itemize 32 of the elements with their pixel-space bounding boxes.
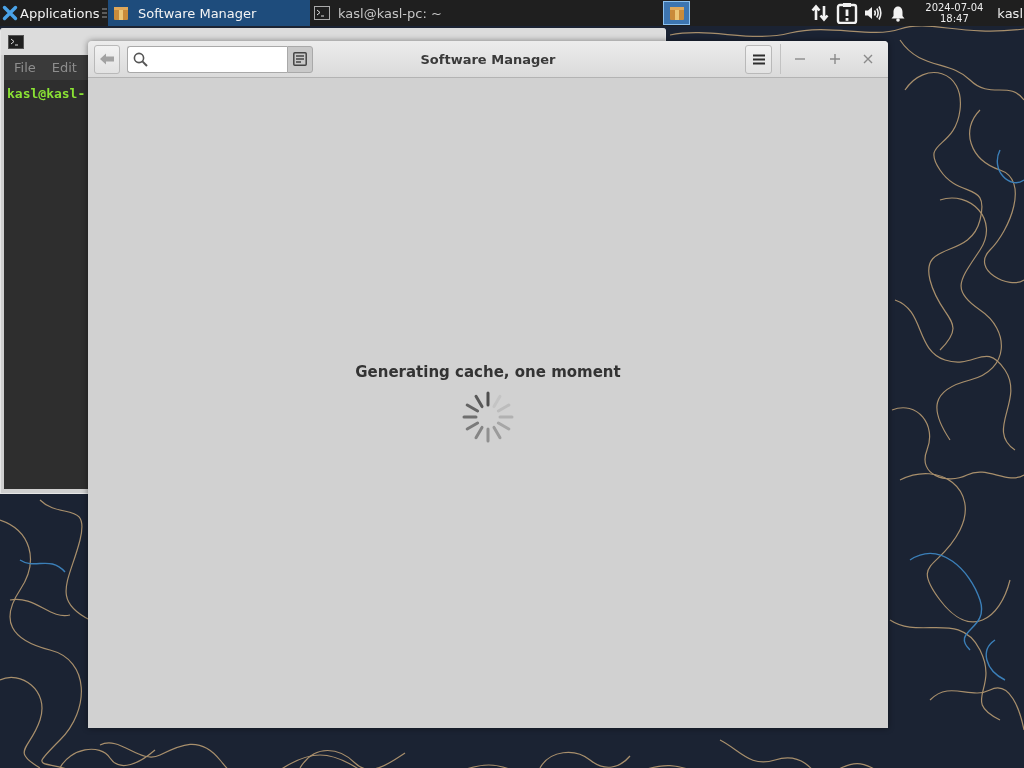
package-icon — [113, 5, 129, 21]
menu-icon — [752, 53, 765, 65]
task-button[interactable]: kasl@kasl-pc: ~ — [310, 0, 510, 26]
status-message: Generating cache, one moment — [355, 363, 621, 381]
terminal-icon — [314, 5, 330, 21]
menu-button[interactable] — [745, 44, 772, 74]
arrow-left-icon — [100, 53, 114, 65]
clipboard-alert-icon — [836, 2, 859, 24]
time-label: 18:47 — [939, 13, 969, 24]
bell-icon — [890, 4, 907, 22]
prompt-text: kasl@kasl- — [7, 86, 86, 101]
menu-item[interactable]: File — [7, 56, 43, 79]
search-field[interactable] — [127, 45, 287, 73]
x-logo-icon — [2, 5, 18, 21]
document-icon — [293, 52, 307, 66]
back-button[interactable] — [94, 44, 120, 74]
user-name[interactable]: kasl — [997, 5, 1023, 21]
maximize-icon — [830, 54, 840, 64]
search-icon — [133, 51, 148, 67]
date-label: 2024-07-04 — [925, 2, 984, 13]
workspace-pager[interactable] — [663, 1, 690, 25]
close-icon — [863, 54, 873, 64]
handle-icon — [102, 8, 107, 18]
applications-menu-button[interactable]: Applications — [0, 0, 101, 26]
network-arrows-icon — [811, 4, 830, 22]
search-options-button[interactable] — [287, 45, 313, 73]
window-title: Software Manager — [420, 51, 556, 67]
task-button[interactable]: Software Manager — [108, 0, 310, 26]
spinner-icon — [462, 391, 514, 443]
package-icon — [668, 5, 685, 21]
terminal-icon — [8, 33, 24, 50]
volume-icon — [864, 4, 883, 22]
